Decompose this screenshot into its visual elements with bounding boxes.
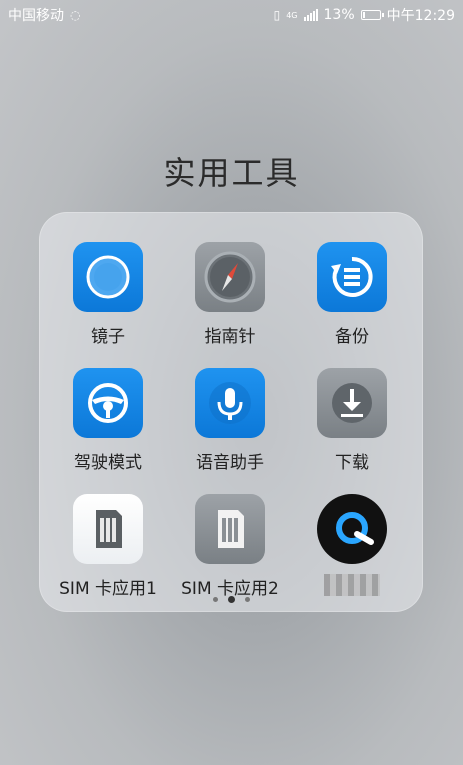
app-mirror[interactable]: 镜子 (47, 242, 169, 347)
vibrate-icon: ▯ (273, 8, 281, 22)
app-download[interactable]: 下载 (291, 368, 413, 473)
sim-card-icon (195, 494, 265, 564)
app-logo-icon (317, 494, 387, 564)
download-icon (317, 368, 387, 438)
status-left: 中国移动 ◌ (8, 5, 80, 25)
app-driving-mode[interactable]: 驾驶模式 (47, 368, 169, 473)
battery-icon (360, 10, 384, 20)
clock: 中午12:29 (386, 8, 455, 24)
app-label: 备份 (335, 327, 369, 347)
notification-icon: ◌ (70, 8, 81, 22)
app-label: 指南针 (204, 327, 256, 347)
app-backup[interactable]: 备份 (291, 242, 413, 347)
app-label-blurred (324, 574, 380, 596)
app-sim2[interactable]: SIM 卡应用2 (169, 494, 291, 599)
backup-icon (317, 242, 387, 312)
signal-icon (303, 9, 318, 21)
folder-title[interactable]: 实用工具 (0, 148, 463, 194)
app-voice-assistant[interactable]: 语音助手 (169, 368, 291, 473)
app-unknown[interactable] (291, 494, 413, 596)
mirror-icon (73, 242, 143, 312)
network-type: 4G (286, 10, 298, 20)
app-label: 下载 (335, 453, 369, 473)
page-dot[interactable] (212, 597, 218, 602)
sim-card-icon (73, 494, 143, 564)
microphone-icon (195, 368, 265, 438)
carrier-name: 中国移动 (8, 8, 64, 24)
app-folder: 镜子 指南针 备份 驾驶模式 语音助手 下载 SIM 卡应用1 SIM 卡应用2 (39, 212, 423, 612)
app-sim1[interactable]: SIM 卡应用1 (47, 494, 169, 599)
app-label: 镜子 (91, 327, 125, 347)
battery-percent: 13% (323, 7, 355, 23)
page-indicator (39, 596, 423, 603)
status-bar: 中国移动 ◌ ▯ 4G 13% 中午12:29 (0, 0, 463, 30)
page-dot-active[interactable] (227, 596, 235, 603)
app-label: 驾驶模式 (74, 453, 142, 473)
steering-wheel-icon (73, 368, 143, 438)
page-dot[interactable] (244, 597, 250, 602)
app-label: 语音助手 (196, 453, 264, 473)
compass-icon (195, 242, 265, 312)
status-right: ▯ 4G 13% 中午12:29 (274, 5, 455, 25)
app-compass[interactable]: 指南针 (169, 242, 291, 347)
